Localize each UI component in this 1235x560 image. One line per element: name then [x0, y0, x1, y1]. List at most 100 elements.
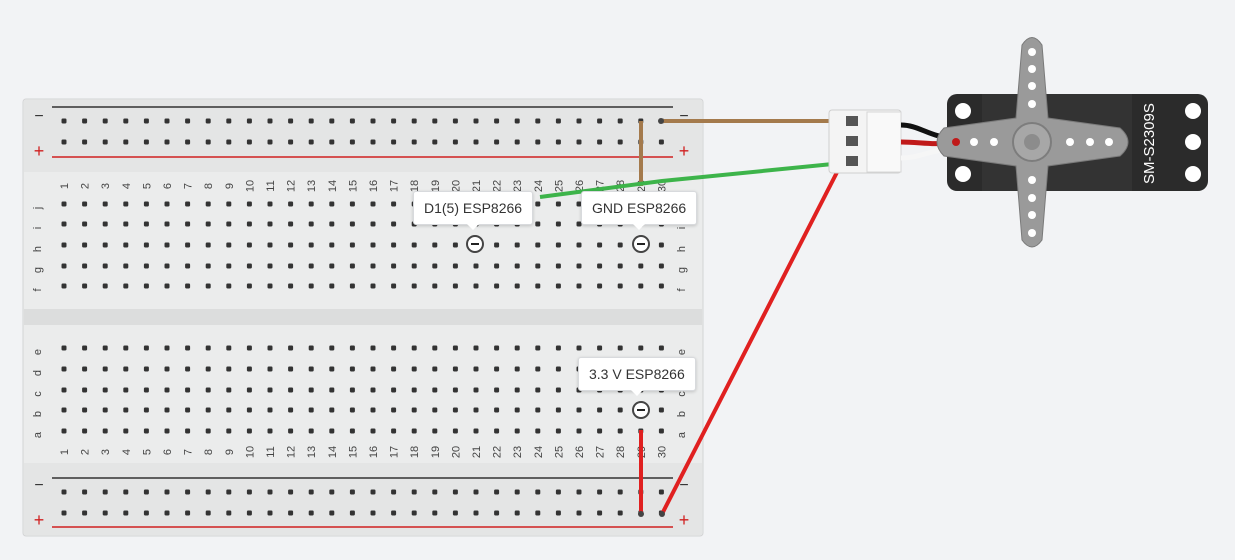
- rail-hole[interactable]: [123, 510, 129, 516]
- hole-c13[interactable]: [308, 387, 314, 393]
- rail-hole[interactable]: [143, 510, 149, 516]
- rail-hole[interactable]: [555, 118, 561, 124]
- rail-hole[interactable]: [617, 489, 623, 495]
- rail-hole[interactable]: [349, 139, 355, 145]
- hole-c24[interactable]: [535, 387, 541, 393]
- hole-c16[interactable]: [370, 387, 376, 393]
- hole-c14[interactable]: [329, 387, 335, 393]
- hole-h2[interactable]: [82, 242, 88, 248]
- hole-j4[interactable]: [123, 201, 129, 207]
- hole-a19[interactable]: [432, 428, 438, 434]
- rail-hole[interactable]: [308, 510, 314, 516]
- hole-f11[interactable]: [267, 283, 273, 289]
- rail-hole[interactable]: [102, 510, 108, 516]
- hole-g7[interactable]: [185, 263, 191, 269]
- hole-h1[interactable]: [61, 242, 67, 248]
- hole-h25[interactable]: [555, 242, 561, 248]
- rail-hole[interactable]: [267, 139, 273, 145]
- rail-hole[interactable]: [452, 118, 458, 124]
- servo-connector[interactable]: [828, 109, 902, 174]
- hole-c11[interactable]: [267, 387, 273, 393]
- hole-h16[interactable]: [370, 242, 376, 248]
- hole-j11[interactable]: [267, 201, 273, 207]
- hole-e10[interactable]: [246, 345, 252, 351]
- hole-b25[interactable]: [555, 407, 561, 413]
- hole-g9[interactable]: [226, 263, 232, 269]
- hole-e21[interactable]: [473, 345, 479, 351]
- rail-hole[interactable]: [535, 489, 541, 495]
- hole-f17[interactable]: [391, 283, 397, 289]
- hole-h10[interactable]: [246, 242, 252, 248]
- hole-j16[interactable]: [370, 201, 376, 207]
- pin-3v3[interactable]: [632, 401, 650, 419]
- hole-f20[interactable]: [452, 283, 458, 289]
- hole-e24[interactable]: [535, 345, 541, 351]
- pin-d1[interactable]: [466, 235, 484, 253]
- hole-d18[interactable]: [411, 366, 417, 372]
- hole-j2[interactable]: [82, 201, 88, 207]
- hole-c23[interactable]: [514, 387, 520, 393]
- hole-h12[interactable]: [288, 242, 294, 248]
- hole-e15[interactable]: [349, 345, 355, 351]
- hole-e13[interactable]: [308, 345, 314, 351]
- hole-i14[interactable]: [329, 221, 335, 227]
- hole-g22[interactable]: [494, 263, 500, 269]
- rail-hole[interactable]: [658, 489, 664, 495]
- hole-a27[interactable]: [597, 428, 603, 434]
- hole-e27[interactable]: [597, 345, 603, 351]
- hole-c20[interactable]: [452, 387, 458, 393]
- hole-e5[interactable]: [143, 345, 149, 351]
- rail-hole[interactable]: [473, 510, 479, 516]
- rail-hole[interactable]: [246, 118, 252, 124]
- rail-hole[interactable]: [597, 139, 603, 145]
- hole-b4[interactable]: [123, 407, 129, 413]
- hole-f29[interactable]: [638, 283, 644, 289]
- rail-hole[interactable]: [494, 489, 500, 495]
- hole-g2[interactable]: [82, 263, 88, 269]
- hole-h5[interactable]: [143, 242, 149, 248]
- rail-hole[interactable]: [535, 139, 541, 145]
- rail-hole[interactable]: [267, 489, 273, 495]
- hole-a2[interactable]: [82, 428, 88, 434]
- rail-hole[interactable]: [555, 489, 561, 495]
- hole-a6[interactable]: [164, 428, 170, 434]
- rail-hole[interactable]: [452, 489, 458, 495]
- hole-f4[interactable]: [123, 283, 129, 289]
- hole-h8[interactable]: [205, 242, 211, 248]
- hole-b16[interactable]: [370, 407, 376, 413]
- rail-hole[interactable]: [370, 118, 376, 124]
- hole-b20[interactable]: [452, 407, 458, 413]
- hole-b26[interactable]: [576, 407, 582, 413]
- hole-e2[interactable]: [82, 345, 88, 351]
- rail-hole[interactable]: [143, 118, 149, 124]
- rail-hole[interactable]: [185, 139, 191, 145]
- hole-b13[interactable]: [308, 407, 314, 413]
- hole-d25[interactable]: [555, 366, 561, 372]
- hole-c18[interactable]: [411, 387, 417, 393]
- rail-hole[interactable]: [123, 139, 129, 145]
- rail-hole[interactable]: [617, 139, 623, 145]
- rail-hole[interactable]: [473, 139, 479, 145]
- hole-f6[interactable]: [164, 283, 170, 289]
- hole-g19[interactable]: [432, 263, 438, 269]
- rail-hole[interactable]: [226, 510, 232, 516]
- hole-g18[interactable]: [411, 263, 417, 269]
- rail-hole[interactable]: [391, 139, 397, 145]
- hole-c8[interactable]: [205, 387, 211, 393]
- rail-hole[interactable]: [164, 489, 170, 495]
- rail-hole[interactable]: [494, 118, 500, 124]
- rail-hole[interactable]: [411, 139, 417, 145]
- hole-b2[interactable]: [82, 407, 88, 413]
- hole-c19[interactable]: [432, 387, 438, 393]
- hole-g6[interactable]: [164, 263, 170, 269]
- hole-a20[interactable]: [452, 428, 458, 434]
- hole-a24[interactable]: [535, 428, 541, 434]
- hole-e20[interactable]: [452, 345, 458, 351]
- hole-j14[interactable]: [329, 201, 335, 207]
- rail-hole[interactable]: [391, 489, 397, 495]
- hole-h26[interactable]: [576, 242, 582, 248]
- rail-hole[interactable]: [555, 139, 561, 145]
- hole-c21[interactable]: [473, 387, 479, 393]
- hole-a3[interactable]: [102, 428, 108, 434]
- hole-g12[interactable]: [288, 263, 294, 269]
